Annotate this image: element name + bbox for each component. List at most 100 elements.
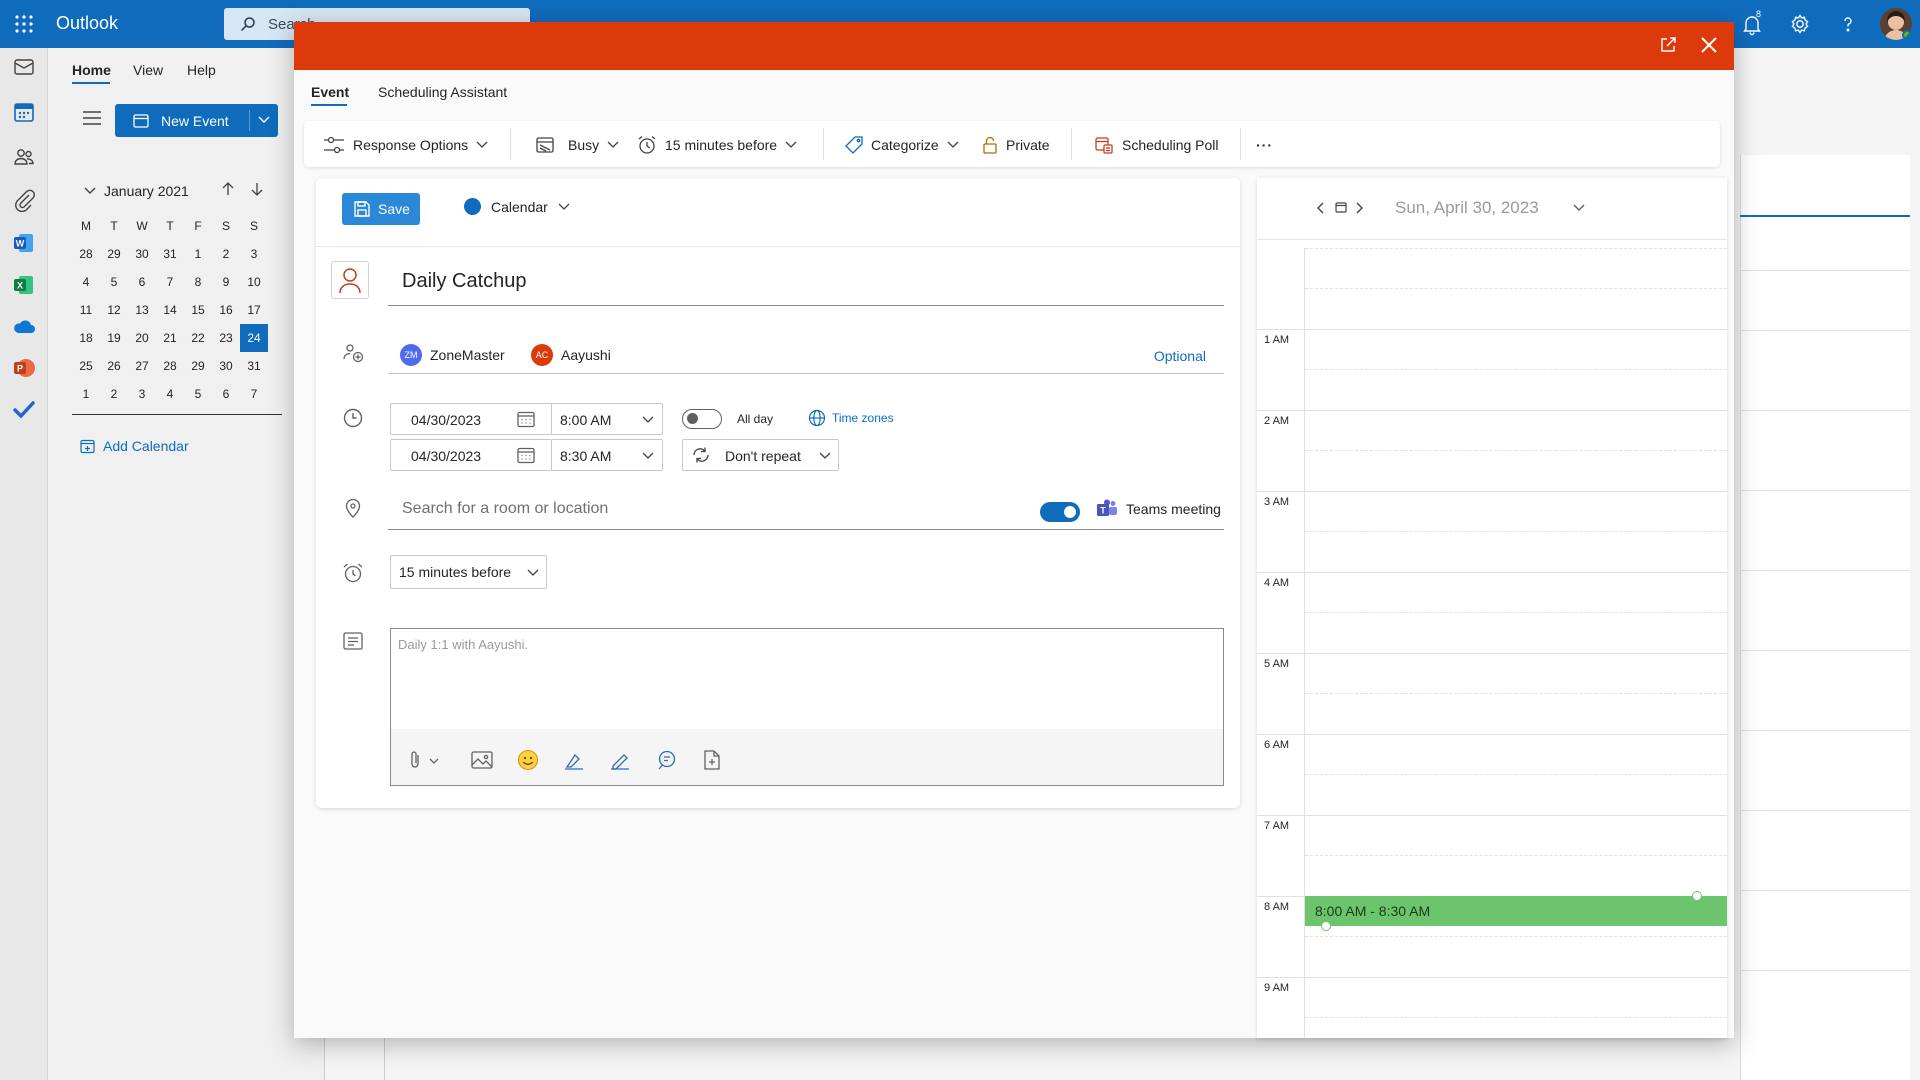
calendar-day[interactable]: 3 <box>240 240 268 268</box>
calendar-day[interactable]: 30 <box>212 352 240 380</box>
attendee-chip[interactable]: ZM ZoneMaster <box>400 344 505 366</box>
ribbon-tab-home[interactable]: Home <box>72 62 111 78</box>
hamburger-icon[interactable] <box>82 110 102 126</box>
popout-icon[interactable] <box>1659 36 1677 54</box>
calendar-day[interactable]: 21 <box>156 324 184 352</box>
mini-calendar-month[interactable]: January 2021 <box>104 183 189 199</box>
day-view-date[interactable]: Sun, April 30, 2023 <box>1395 198 1539 218</box>
calendar-day[interactable]: 1 <box>184 240 212 268</box>
calendar-picker-icon[interactable] <box>517 447 535 464</box>
more-options-button[interactable]: ··· <box>1256 134 1273 156</box>
calendar-day[interactable]: 31 <box>156 240 184 268</box>
private-button[interactable]: Private <box>982 134 1050 156</box>
arrow-down-icon[interactable] <box>251 182 263 196</box>
calendar-day[interactable]: 7 <box>156 268 184 296</box>
time-zones-button[interactable]: Time zones <box>808 409 894 427</box>
calendar-day[interactable]: 28 <box>72 240 100 268</box>
scheduling-poll-button[interactable]: Scheduling Poll <box>1094 134 1219 156</box>
calendar-day[interactable]: 5 <box>100 268 128 296</box>
calendar-day[interactable]: 27 <box>128 352 156 380</box>
calendar-day[interactable]: 17 <box>240 296 268 324</box>
repeat-dropdown[interactable]: Don't repeat <box>682 439 839 471</box>
next-day-icon[interactable] <box>1355 202 1363 214</box>
help-icon[interactable] <box>1836 12 1860 36</box>
tab-scheduling-assistant[interactable]: Scheduling Assistant <box>378 84 507 100</box>
todo-icon[interactable] <box>12 398 36 422</box>
reminder-button[interactable]: 15 minutes before <box>637 134 797 156</box>
response-options-button[interactable]: Response Options <box>323 134 488 156</box>
attachment-icon[interactable] <box>12 188 36 212</box>
calendar-day[interactable]: 19 <box>100 324 128 352</box>
calendar-day[interactable]: 28 <box>156 352 184 380</box>
word-icon[interactable]: W <box>12 231 36 255</box>
calendar-day[interactable]: 15 <box>184 296 212 324</box>
calendar-day[interactable]: 29 <box>184 352 212 380</box>
event-block[interactable]: 8:00 AM - 8:30 AM <box>1305 896 1727 926</box>
draw-pen-icon[interactable] <box>609 749 631 771</box>
tab-event[interactable]: Event <box>311 84 349 100</box>
app-name[interactable]: Outlook <box>56 13 118 34</box>
ribbon-tab-view[interactable]: View <box>133 62 163 78</box>
onedrive-icon[interactable] <box>12 315 36 339</box>
start-time-field[interactable]: 8:00 AM <box>551 403 663 435</box>
event-body-editor[interactable]: Daily 1:1 with Aayushi. <box>390 628 1224 786</box>
calendar-day[interactable]: 30 <box>128 240 156 268</box>
mail-icon[interactable] <box>12 55 36 79</box>
emoji-icon[interactable] <box>517 749 539 771</box>
reminder-dropdown[interactable]: 15 minutes before <box>390 555 547 589</box>
attach-file-icon[interactable] <box>409 749 445 771</box>
calendar-day[interactable]: 25 <box>72 352 100 380</box>
chevron-down-icon[interactable] <box>258 116 270 124</box>
busy-button[interactable]: Busy <box>536 134 619 156</box>
previous-day-icon[interactable] <box>1317 202 1325 214</box>
new-event-button[interactable]: New Event <box>115 104 278 137</box>
categorize-button[interactable]: Categorize <box>845 134 959 156</box>
calendar-picker[interactable]: Calendar <box>464 198 570 215</box>
save-button[interactable]: Save <box>342 193 420 225</box>
arrow-up-icon[interactable] <box>222 182 234 196</box>
calendar-day[interactable]: 2 <box>212 240 240 268</box>
calendar-day[interactable]: 24 <box>240 324 268 352</box>
loop-component-icon[interactable] <box>655 749 677 771</box>
calendar-day[interactable]: 22 <box>184 324 212 352</box>
insert-image-icon[interactable] <box>471 749 493 771</box>
calendar-picker-icon[interactable] <box>517 411 535 428</box>
calendar-day[interactable]: 16 <box>212 296 240 324</box>
calendar-icon[interactable] <box>12 100 36 124</box>
optional-attendees-link[interactable]: Optional <box>1154 348 1206 364</box>
calendar-day[interactable]: 23 <box>212 324 240 352</box>
calendar-day[interactable]: 6 <box>128 268 156 296</box>
chevron-down-icon[interactable] <box>1573 204 1585 212</box>
calendar-day[interactable]: 4 <box>72 268 100 296</box>
calendar-day[interactable]: 14 <box>156 296 184 324</box>
calendar-day[interactable]: 12 <box>100 296 128 324</box>
calendar-day[interactable]: 31 <box>240 352 268 380</box>
people-icon[interactable] <box>12 145 36 169</box>
calendar-day[interactable]: 29 <box>100 240 128 268</box>
event-title-input[interactable]: Daily Catchup <box>388 268 1224 306</box>
calendar-day[interactable]: 20 <box>128 324 156 352</box>
end-date-field[interactable]: 04/30/2023 <box>390 439 552 471</box>
calendar-day[interactable]: 3 <box>128 380 156 408</box>
calendar-day[interactable]: 4 <box>156 380 184 408</box>
calendar-day[interactable]: 2 <box>100 380 128 408</box>
attendees-field[interactable]: ZM ZoneMaster AC Aayushi Optional <box>388 340 1224 374</box>
add-calendar-link[interactable]: Add Calendar <box>103 438 189 454</box>
calendar-day[interactable]: 8 <box>184 268 212 296</box>
start-date-field[interactable]: 04/30/2023 <box>390 403 552 435</box>
teams-meeting-toggle[interactable] <box>1040 502 1080 522</box>
calendar-day[interactable]: 10 <box>240 268 268 296</box>
collapse-chevron-icon[interactable] <box>84 187 96 195</box>
powerpoint-icon[interactable]: P <box>12 356 36 380</box>
calendar-day[interactable]: 11 <box>72 296 100 324</box>
app-launcher-icon[interactable] <box>14 14 34 34</box>
close-icon[interactable] <box>1700 36 1718 54</box>
calendar-day[interactable]: 6 <box>212 380 240 408</box>
ribbon-tab-help[interactable]: Help <box>187 62 216 78</box>
gear-icon[interactable] <box>1788 12 1812 36</box>
calendar-day[interactable]: 13 <box>128 296 156 324</box>
calendar-day[interactable]: 1 <box>72 380 100 408</box>
calendar-day[interactable]: 26 <box>100 352 128 380</box>
end-time-field[interactable]: 8:30 AM <box>551 439 663 471</box>
resize-handle-top[interactable] <box>1692 891 1702 901</box>
